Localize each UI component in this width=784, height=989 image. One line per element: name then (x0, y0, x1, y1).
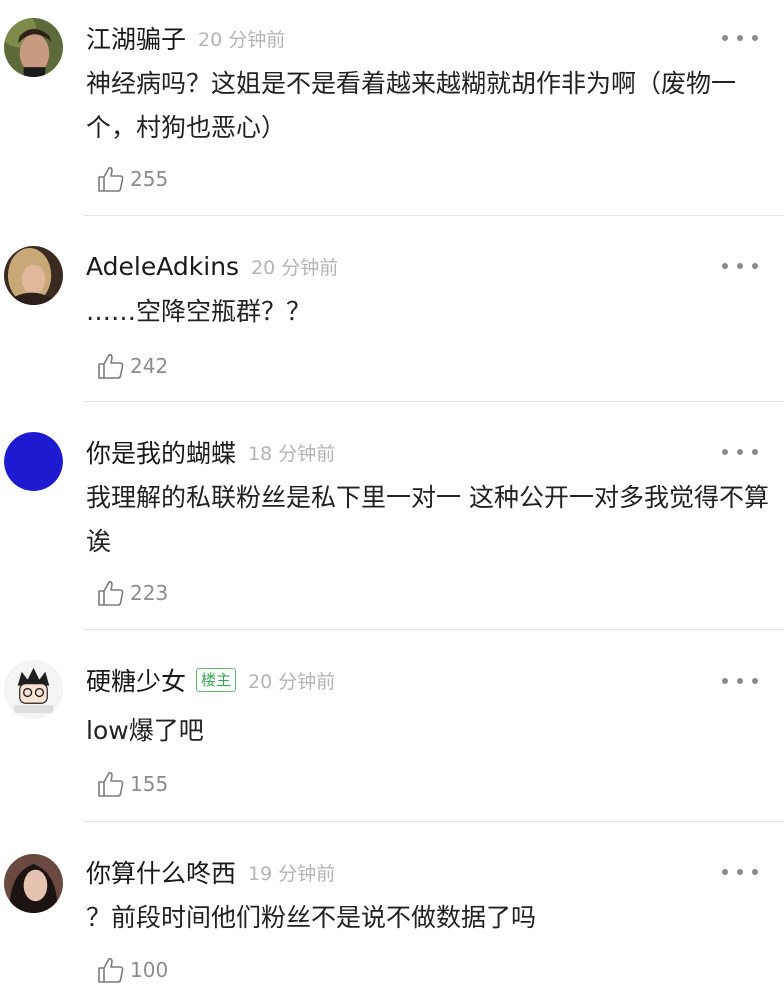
avatar-image (4, 660, 63, 719)
like-count: 242 (130, 354, 169, 378)
avatar[interactable] (4, 246, 63, 305)
comment-header: 你是我的蝴蝶 18 分钟前 (86, 432, 335, 472)
comment-item: 你算什么咚西 19 分钟前 ？前段时间他们粉丝不是说不做数据了吗 100 (0, 822, 784, 989)
thumbs-up-icon (98, 581, 124, 606)
thumbs-up-icon (98, 958, 124, 983)
avatar[interactable] (4, 660, 63, 719)
comment-text: ……空降空瓶群？？ (86, 297, 312, 326)
like-button[interactable]: 223 (96, 575, 168, 611)
op-badge: 楼主 (196, 668, 237, 692)
timestamp: 20 分钟前 (251, 256, 339, 279)
username[interactable]: 硬糖少女 (86, 662, 186, 698)
avatar-image (4, 18, 63, 77)
comment-item: AdeleAdkins 20 分钟前 ……空降空瓶群？？ 242 (0, 216, 784, 402)
more-dots-icon[interactable] (722, 260, 758, 272)
like-button[interactable]: 100 (96, 952, 168, 988)
username[interactable]: 江湖骗子 (86, 20, 186, 56)
timestamp: 20 分钟前 (248, 670, 336, 693)
like-count: 255 (130, 167, 169, 191)
timestamp: 19 分钟前 (248, 862, 336, 885)
comment-text: 神经病吗？这姐是不是看着越来越糊就胡作非为啊（废物一个，村狗也恶心） (86, 69, 737, 142)
comment-header: AdeleAdkins 20 分钟前 (86, 246, 338, 286)
thumbs-up-icon (98, 772, 124, 797)
comment-text: ？前段时间他们粉丝不是说不做数据了吗 (86, 903, 537, 932)
comment-header: 你算什么咚西 19 分钟前 (86, 852, 335, 892)
comment-text: low爆了吧 (86, 716, 204, 745)
avatar-image (4, 854, 63, 913)
more-dots-icon[interactable] (722, 446, 758, 458)
avatar[interactable] (4, 854, 63, 913)
avatar-image (4, 432, 63, 491)
like-button[interactable]: 242 (96, 348, 168, 384)
thumbs-up-icon (98, 354, 124, 379)
comment-item: 江湖骗子 20 分钟前 神经病吗？这姐是不是看着越来越糊就胡作非为啊（废物一个，… (0, 0, 784, 216)
comment-item: 你是我的蝴蝶 18 分钟前 我理解的私联粉丝是私下里一对一 这种公开一对多我觉得… (0, 402, 784, 630)
like-button[interactable]: 155 (96, 766, 168, 802)
username[interactable]: 你算什么咚西 (86, 854, 236, 890)
like-button[interactable]: 255 (96, 161, 168, 197)
like-count: 223 (130, 581, 169, 605)
username[interactable]: 你是我的蝴蝶 (86, 434, 236, 470)
avatar-image (4, 246, 63, 305)
avatar[interactable] (4, 432, 63, 491)
more-dots-icon[interactable] (722, 675, 758, 687)
timestamp: 18 分钟前 (248, 442, 336, 465)
comment-header: 江湖骗子 20 分钟前 (86, 18, 285, 58)
thumbs-up-icon (98, 167, 124, 192)
comment-item: 硬糖少女 楼主 20 分钟前 low爆了吧 155 (0, 630, 784, 822)
username[interactable]: AdeleAdkins (86, 252, 239, 281)
more-dots-icon[interactable] (722, 866, 758, 878)
timestamp: 20 分钟前 (198, 28, 286, 51)
comment-text: 我理解的私联粉丝是私下里一对一 这种公开一对多我觉得不算诶 (86, 483, 769, 556)
avatar[interactable] (4, 18, 63, 77)
like-count: 100 (130, 958, 169, 982)
more-dots-icon[interactable] (722, 32, 758, 44)
comment-header: 硬糖少女 楼主 20 分钟前 (86, 660, 335, 700)
like-count: 155 (130, 772, 169, 796)
